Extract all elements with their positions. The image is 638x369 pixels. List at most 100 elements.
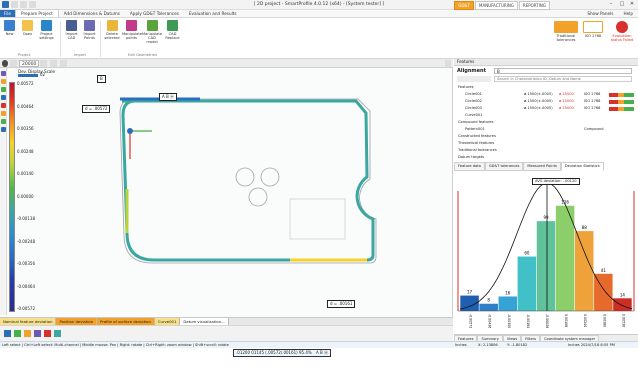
tab-feature-data[interactable]: Feature data	[454, 162, 485, 171]
zoom-field[interactable]: 20000	[19, 60, 40, 67]
mode-gdt[interactable]: GD&T	[454, 1, 474, 10]
tree-item[interactable]: Circle002	[465, 99, 482, 103]
label-icon[interactable]	[1, 111, 6, 116]
tree-item[interactable]: Features	[458, 85, 473, 89]
tree-item[interactable]: Circle001	[465, 92, 482, 96]
view-mode-icon[interactable]	[2, 60, 8, 67]
open-button[interactable]: Open	[19, 20, 36, 36]
tab-evaluation[interactable]: Evaluation and Results	[184, 10, 242, 17]
tab-prepare-project[interactable]: Prepare Project	[15, 9, 59, 17]
fit-icon[interactable]	[50, 60, 57, 67]
tab-datum-visualization[interactable]: Datum visualization...	[180, 318, 229, 325]
traditional-tolerances-button[interactable]: Traditional tolerances	[552, 21, 580, 42]
fcf-bottom-value: .01200 01145 (.00572/.00161) 95.4%	[236, 350, 312, 355]
delete-icon	[106, 20, 118, 31]
project-settings-button[interactable]: Project settings	[37, 20, 56, 40]
zoom-icon[interactable]	[10, 60, 17, 67]
help-button[interactable]: Help	[618, 10, 638, 17]
tree-item[interactable]: Circle003	[465, 106, 482, 110]
section-icon[interactable]	[54, 330, 61, 337]
tree-item[interactable]: Datum targets	[458, 155, 484, 159]
traditional-label: Traditional tolerances	[556, 34, 576, 42]
cad-replace-label: CAD Replace	[165, 32, 180, 40]
alignment-select[interactable]: B	[494, 68, 632, 74]
pocket-outline	[289, 198, 346, 240]
points-icon	[84, 20, 95, 31]
measure-icon[interactable]	[1, 127, 6, 132]
tab-nominal-deviation[interactable]: Nominal feature deviation	[0, 318, 57, 325]
select-icon[interactable]	[4, 330, 11, 337]
minimize-icon[interactable]: –	[606, 1, 616, 9]
tree-item[interactable]: Compound features	[458, 120, 494, 124]
feature-icon[interactable]	[1, 71, 6, 76]
mode-reporting[interactable]: REPORTING	[518, 1, 550, 10]
tree-item[interactable]: Traditional tolerances	[458, 148, 497, 152]
tab-gdt-tolerances[interactable]: GD&T tolerances	[484, 162, 524, 171]
fcf-bottom[interactable]: .01200 01145 (.00572/.00161) 95.4% A B ⓜ	[233, 349, 332, 357]
tree-item[interactable]: Pattern001	[465, 127, 485, 131]
histogram-category-label: 0.00380	[602, 314, 606, 327]
import-cad-button[interactable]: Import CAD	[63, 20, 80, 40]
delete-selected-button[interactable]: Delete selected	[103, 20, 121, 40]
tab-deviation-statistics[interactable]: Deviation Statistics	[560, 162, 604, 171]
feature-search-input[interactable]	[494, 76, 632, 82]
manipulate-cad-button[interactable]: Manipulate CAD model	[142, 20, 162, 44]
graphics-view[interactable]: 20000 Dev. Display Scale 02 B d = .00572	[0, 59, 453, 357]
ribbon: New Open Project settings Import CAD Imp…	[0, 18, 638, 59]
manipulate-points-button[interactable]: Manipulate points	[122, 20, 142, 40]
deviation-icon[interactable]	[1, 103, 6, 108]
fcf-top[interactable]: A B ⓜ	[159, 93, 178, 101]
deviation-callout-top[interactable]: d = .00572	[82, 105, 111, 113]
histogram-value-label: 8	[487, 298, 490, 303]
tab-measured-points[interactable]: Measured Points	[523, 162, 561, 171]
new-label: New	[5, 32, 14, 36]
tree-item-tol: ø.1500(±.0005)	[524, 92, 553, 96]
tab-curve[interactable]: Curve001	[154, 318, 181, 325]
histogram-bar	[574, 231, 594, 311]
tab-apply-gdt[interactable]: Apply GD&T Tolerances	[125, 10, 184, 17]
histogram-category-label: -0.00028	[545, 314, 549, 328]
histogram-value-label: 41	[601, 268, 607, 273]
new-icon	[4, 20, 15, 31]
histogram-category-label: -0.00300	[507, 314, 511, 328]
tree-item[interactable]: Curve001	[465, 113, 482, 117]
manipulate-cad-icon	[146, 20, 158, 31]
tree-item-label: Pattern001	[465, 127, 485, 131]
evaluation-status-button[interactable]: Evaluation status Failed	[608, 21, 636, 42]
tab-profile-deviation[interactable]: Profile of surface deviation	[97, 318, 155, 325]
tree-item[interactable]: Theoretical features	[458, 141, 494, 145]
grid-icon[interactable]	[40, 60, 47, 67]
import-points-button[interactable]: Import Points	[81, 20, 98, 40]
tab-add-dimensions[interactable]: Add Dimensions & Datums	[59, 10, 125, 17]
manipulate-points-label: Manipulate points	[122, 32, 142, 40]
dimension-icon[interactable]	[1, 79, 6, 84]
scale-tick-label: -0.00572	[17, 306, 35, 311]
layout-icon[interactable]	[60, 60, 67, 67]
pan-icon[interactable]	[14, 330, 21, 337]
tab-position-deviation[interactable]: Position deviation	[56, 318, 98, 325]
mode-manufacturing[interactable]: MANUFACTURING	[475, 1, 518, 10]
scale-tick-label: 0.00464	[17, 103, 34, 109]
tree-item[interactable]: Constructed features	[458, 134, 496, 138]
datum-b-tag[interactable]: B	[97, 75, 106, 83]
datum-icon[interactable]	[1, 95, 6, 100]
show-panels-button[interactable]: Show Panels	[582, 10, 618, 17]
dev-scale-slider[interactable]	[18, 74, 38, 77]
measure-icon[interactable]	[44, 330, 51, 337]
cad-replace-button[interactable]: CAD Replace	[163, 20, 182, 40]
report-icon[interactable]	[1, 119, 6, 124]
manipulate-points-icon	[126, 20, 137, 31]
gear-icon	[41, 20, 52, 31]
close-icon[interactable]: ✕	[627, 1, 637, 9]
tab-file[interactable]: File	[0, 10, 16, 17]
zoom-window-icon[interactable]	[34, 330, 41, 337]
maximize-icon[interactable]: □	[617, 1, 627, 9]
tolerance-icon[interactable]	[1, 87, 6, 92]
iso-tolerance-button[interactable]: ISO 2768	[581, 21, 605, 38]
scale-tick-label: 0.00572	[17, 81, 34, 86]
deviation-callout-right[interactable]: d = .00161	[327, 300, 356, 308]
new-button[interactable]: New	[1, 20, 18, 36]
rotate-icon[interactable]	[24, 330, 31, 337]
view-close-icon[interactable]	[445, 60, 451, 67]
circle001-outline	[235, 167, 255, 187]
